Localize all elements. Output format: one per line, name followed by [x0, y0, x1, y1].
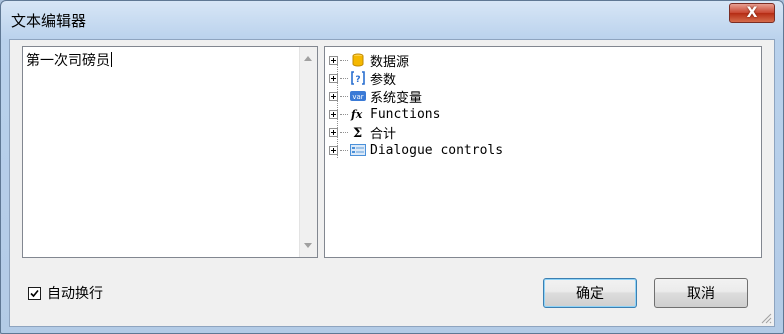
text-editor-dialog: 文本编辑器 X 第一次司磅员 数据源 ? 参数 var 系统变量 fx Func… [0, 0, 784, 334]
svg-text:fx: fx [350, 108, 363, 121]
text-editor-pane[interactable]: 第一次司磅员 [22, 46, 318, 258]
word-wrap-label: 自动换行 [47, 286, 103, 302]
cancel-button[interactable]: 取消 [654, 278, 748, 308]
database-icon [350, 52, 366, 68]
form-icon [350, 142, 366, 158]
tree-item-label: Functions [370, 106, 441, 122]
svg-text:Σ: Σ [353, 126, 362, 139]
tree-item-label: 系统变量 [370, 90, 423, 106]
tree-item-parameters[interactable]: ? 参数 [329, 69, 503, 88]
close-icon: X [746, 5, 758, 21]
tree-item-label: Dialogue controls [370, 142, 504, 158]
tree-item-functions[interactable]: fx Functions [329, 105, 503, 123]
expand-icon[interactable] [329, 109, 338, 119]
tree-item-dialogue-controls[interactable]: Dialogue controls [329, 141, 503, 159]
svg-text:var: var [352, 93, 363, 101]
editor-text: 第一次司磅员 [26, 53, 110, 69]
word-wrap-checkbox[interactable]: 自动换行 [28, 283, 103, 303]
expand-icon[interactable] [329, 145, 338, 155]
data-tree: 数据源 ? 参数 var 系统变量 fx Functions Σ 合计 Dial… [329, 51, 503, 159]
title-bar[interactable]: 文本编辑器 X [1, 1, 783, 39]
tree-item-totals[interactable]: Σ 合计 [329, 123, 503, 142]
parameter-icon: ? [350, 70, 366, 86]
editor-text-area[interactable]: 第一次司磅员 [26, 50, 112, 70]
tree-item-label: 合计 [370, 126, 397, 142]
window-title: 文本编辑器 [11, 12, 87, 30]
svg-text:?: ? [355, 75, 360, 85]
close-button[interactable]: X [729, 3, 775, 23]
tree-item-label: 数据源 [370, 54, 410, 70]
expand-icon[interactable] [329, 91, 338, 101]
data-tree-pane[interactable]: 数据源 ? 参数 var 系统变量 fx Functions Σ 合计 Dial… [324, 46, 762, 258]
expand-icon[interactable] [329, 55, 338, 65]
vertical-scrollbar[interactable] [299, 47, 317, 257]
sum-icon: Σ [350, 124, 366, 140]
resize-grip-icon[interactable] [760, 312, 772, 324]
checkmark-icon [30, 289, 39, 297]
tree-item-label: 参数 [370, 72, 397, 88]
scroll-down-arrow-icon[interactable] [304, 243, 312, 248]
dialog-footer: 自动换行 确定 取消 [10, 258, 774, 326]
expand-icon[interactable] [329, 127, 338, 137]
ok-button[interactable]: 确定 [543, 278, 637, 308]
tree-item-system-variables[interactable]: var 系统变量 [329, 87, 503, 106]
checkbox-box[interactable] [28, 286, 41, 300]
function-icon: fx [350, 106, 366, 122]
variable-icon: var [350, 88, 366, 104]
text-caret [111, 52, 112, 67]
tree-item-data-source[interactable]: 数据源 [329, 51, 503, 70]
scroll-up-arrow-icon[interactable] [304, 56, 312, 61]
dialog-client-area: 第一次司磅员 数据源 ? 参数 var 系统变量 fx Functions Σ … [9, 39, 775, 327]
expand-icon[interactable] [329, 73, 338, 83]
